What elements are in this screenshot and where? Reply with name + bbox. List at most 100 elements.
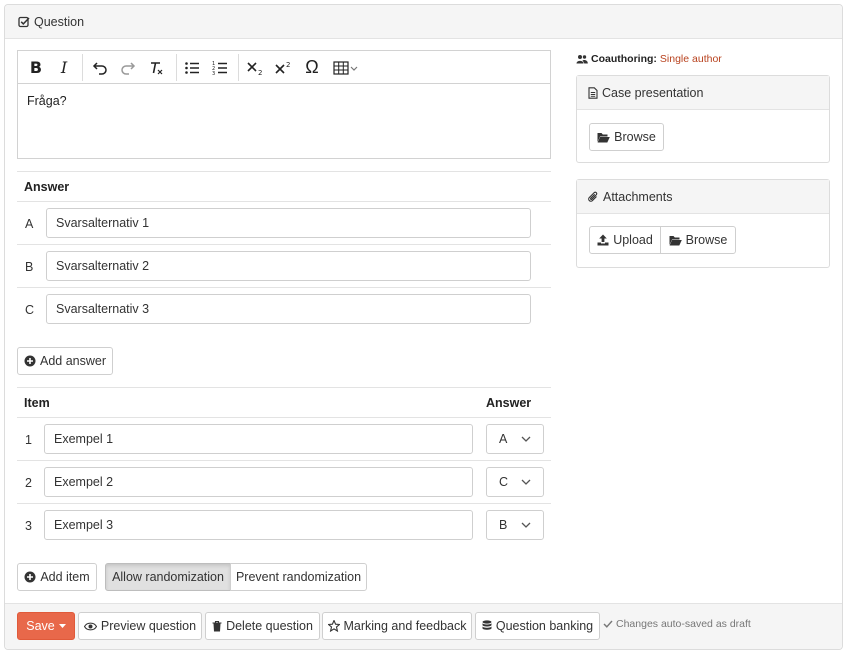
italic-button[interactable]: I xyxy=(50,51,78,84)
undo-button[interactable] xyxy=(86,51,114,84)
folder-open-icon xyxy=(597,132,610,142)
answer-letter: A xyxy=(25,217,34,231)
toolbar-separator xyxy=(238,54,239,81)
chevron-down-icon xyxy=(521,522,531,528)
subscript-icon: 2 xyxy=(247,61,262,76)
divider xyxy=(17,201,551,202)
divider xyxy=(17,417,551,418)
subscript-button[interactable]: 2 xyxy=(242,51,270,84)
attachments-heading: Attachments xyxy=(577,180,829,214)
autosave-label: Changes auto-saved as draft xyxy=(616,618,751,630)
item-input-2[interactable]: Exempel 2 xyxy=(44,467,473,497)
svg-text:2: 2 xyxy=(258,69,262,76)
item-answer-select-3[interactable]: B xyxy=(486,510,544,540)
select-value: A xyxy=(499,432,508,446)
answer-input-b[interactable]: Svarsalternativ 2 xyxy=(46,251,531,281)
numbered-list-button[interactable]: 123 xyxy=(206,51,234,84)
preview-question-label: Preview question xyxy=(100,619,197,633)
divider xyxy=(17,460,551,461)
chevron-down-icon xyxy=(521,479,531,485)
database-icon xyxy=(482,620,492,630)
svg-text:2: 2 xyxy=(286,61,290,69)
check-square-icon xyxy=(18,16,30,27)
divider xyxy=(17,387,551,388)
coauthoring-value[interactable]: Single author xyxy=(660,53,722,65)
item-input-1[interactable]: Exempel 1 xyxy=(44,424,473,454)
clear-format-icon xyxy=(151,61,163,74)
paperclip-icon xyxy=(588,191,598,202)
upload-icon xyxy=(597,234,609,246)
item-number: 2 xyxy=(25,476,32,490)
attachments-title: Attachments xyxy=(603,189,673,204)
case-browse-label: Browse xyxy=(614,130,656,144)
plus-circle-icon xyxy=(24,571,36,583)
allow-randomization-button[interactable]: Allow randomization xyxy=(105,563,231,591)
bulleted-list-button[interactable] xyxy=(178,51,206,84)
check-icon xyxy=(603,620,613,628)
eye-icon xyxy=(83,622,97,630)
marking-feedback-button[interactable]: Marking and feedback xyxy=(322,612,472,640)
prevent-randomization-button[interactable]: Prevent randomization xyxy=(230,563,367,591)
plus-circle-icon xyxy=(24,355,36,367)
attachments-panel: Attachments Upload Browse xyxy=(576,179,830,268)
preview-question-button[interactable]: Preview question xyxy=(78,612,202,640)
item-number: 1 xyxy=(25,433,32,447)
editor-content[interactable]: Fråga? xyxy=(18,84,550,118)
coauthoring-label: Coauthoring: xyxy=(591,53,657,65)
svg-text:3: 3 xyxy=(212,71,215,76)
remove-format-button[interactable] xyxy=(142,51,170,84)
star-icon xyxy=(327,620,340,632)
answer-input-c[interactable]: Svarsalternativ 3 xyxy=(46,294,531,324)
undo-icon xyxy=(92,61,107,75)
upload-button[interactable]: Upload xyxy=(589,226,661,254)
add-item-label: Add item xyxy=(40,570,90,584)
divider xyxy=(17,287,551,288)
case-browse-button[interactable]: Browse xyxy=(589,123,664,151)
caret-down-icon xyxy=(58,624,66,628)
toolbar-separator xyxy=(176,54,177,81)
autosave-status: Changes auto-saved as draft xyxy=(603,618,751,630)
add-item-button[interactable]: Add item xyxy=(17,563,97,591)
panel-title: Question xyxy=(34,14,85,29)
bold-button[interactable]: B xyxy=(22,51,50,84)
add-answer-button[interactable]: Add answer xyxy=(17,347,113,375)
upload-label: Upload xyxy=(613,233,653,247)
redo-button[interactable] xyxy=(114,51,142,84)
answer-letter: C xyxy=(25,303,35,317)
item-answer-select-1[interactable]: A xyxy=(486,424,544,454)
superscript-button[interactable]: 2 xyxy=(270,51,298,84)
select-value: C xyxy=(499,475,509,489)
question-banking-button[interactable]: Question banking xyxy=(475,612,600,640)
question-panel: Question B I 123 2 2 Ω Fråga? Answer A S… xyxy=(4,4,843,650)
bulleted-list-icon xyxy=(185,61,199,74)
item-answer-select-2[interactable]: C xyxy=(486,467,544,497)
numbered-list-icon: 123 xyxy=(212,61,227,76)
item-header: Item xyxy=(24,396,50,410)
folder-open-icon xyxy=(669,235,682,245)
trash-icon xyxy=(212,620,222,631)
file-text-icon xyxy=(588,86,598,99)
delete-question-label: Delete question xyxy=(226,619,313,633)
save-button[interactable]: Save xyxy=(17,612,75,640)
answer-input-a[interactable]: Svarsalternativ 1 xyxy=(46,208,531,238)
marking-feedback-label: Marking and feedback xyxy=(343,619,467,633)
editor-toolbar: B I 123 2 2 Ω xyxy=(18,51,550,84)
item-number: 3 xyxy=(25,519,32,533)
special-character-button[interactable]: Ω xyxy=(298,51,326,84)
save-label: Save xyxy=(26,619,55,633)
coauthoring-status: Coauthoring: Single author xyxy=(576,53,722,65)
answer-header: Answer xyxy=(24,180,70,194)
delete-question-button[interactable]: Delete question xyxy=(205,612,320,640)
item-input-3[interactable]: Exempel 3 xyxy=(44,510,473,540)
select-value: B xyxy=(499,518,508,532)
table-button[interactable] xyxy=(328,51,364,84)
add-answer-label: Add answer xyxy=(39,354,106,368)
item-answer-header: Answer xyxy=(486,396,532,410)
superscript-icon: 2 xyxy=(275,61,290,74)
attachments-browse-button[interactable]: Browse xyxy=(660,226,736,254)
table-icon xyxy=(333,60,358,75)
divider xyxy=(17,171,551,172)
redo-icon xyxy=(121,61,136,75)
chevron-down-icon xyxy=(521,436,531,442)
toolbar-separator xyxy=(82,54,83,81)
